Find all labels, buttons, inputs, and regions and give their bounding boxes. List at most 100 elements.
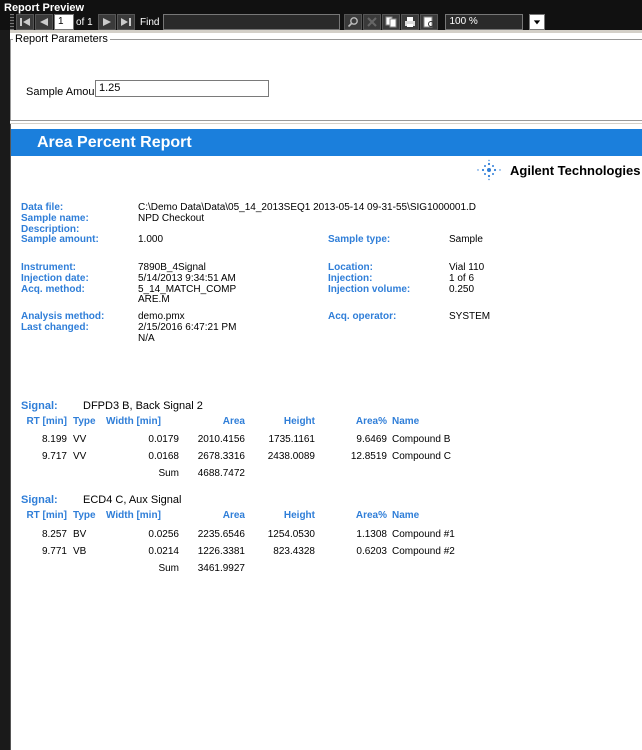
acq-operator-label: Acq. operator: — [328, 311, 397, 322]
sum-label: Sum — [158, 468, 179, 479]
next-page-icon — [103, 18, 111, 26]
table-cell-name: Compound C — [392, 451, 451, 462]
report-parameters-group: Report Parameters — [10, 33, 642, 121]
agilent-spark-icon — [477, 159, 501, 181]
sample-name-label: Sample name: — [21, 213, 89, 224]
acq-method-value-cont: ARE.M — [138, 294, 170, 305]
table-cell-width: 0.0168 — [148, 451, 179, 462]
table-cell-area-pct: 12.8519 — [350, 451, 387, 462]
analysis-method-label: Analysis method: — [21, 311, 105, 322]
find-button[interactable] — [344, 14, 363, 30]
table-cell-height: 1254.0530 — [267, 529, 315, 540]
table-cell-name: Compound #1 — [392, 529, 455, 540]
table-cell-width: 0.0256 — [148, 529, 179, 540]
copy-icon — [385, 16, 397, 28]
sum-value: 3461.9927 — [197, 563, 245, 574]
brand-name: Agilent Technologies — [510, 162, 641, 178]
location-label: Location: — [328, 262, 373, 273]
sample-amount-report-label: Sample amount: — [21, 234, 99, 245]
sample-amount-report-value: 1.000 — [138, 234, 164, 245]
acq-operator-value: SYSTEM — [449, 311, 491, 322]
data-file-label: Data file: — [21, 202, 64, 213]
instrument-label: Instrument: — [21, 262, 76, 273]
col-name: Name — [392, 510, 420, 521]
last-changed-value: 2/15/2016 6:47:21 PM — [138, 322, 237, 333]
prev-page-button[interactable] — [35, 14, 53, 30]
signal-label: Signal: — [21, 400, 58, 412]
export-button[interactable] — [420, 14, 439, 30]
table-cell-area: 2010.4156 — [197, 434, 245, 445]
table-cell-height: 2438.0089 — [267, 451, 315, 462]
col-rt: RT [min] — [26, 510, 67, 521]
report-parameters-panel: Report Parameters Sample Amount 1.25 — [10, 33, 642, 123]
table-cell-area: 2235.6546 — [197, 529, 245, 540]
last-page-button[interactable] — [117, 14, 135, 30]
col-name: Name — [392, 416, 420, 427]
search-icon — [348, 17, 359, 28]
report-parameters-legend: Report Parameters — [15, 33, 108, 45]
sample-type-value: Sample — [449, 234, 483, 245]
col-width: Width [min] — [106, 510, 161, 521]
table-cell-rt: 9.717 — [41, 451, 67, 462]
table-cell-rt: 8.257 — [41, 529, 67, 540]
table-cell-height: 823.4328 — [273, 546, 315, 557]
clear-icon — [367, 17, 378, 27]
agilent-logo: Agilent Technologies — [476, 159, 641, 181]
sample-name-value: NPD Checkout — [138, 213, 205, 224]
col-type: Type — [73, 510, 96, 521]
table-cell-area-pct: 9.6469 — [356, 434, 387, 445]
col-type: Type — [73, 416, 96, 427]
zoom-select[interactable]: 100 % — [445, 14, 524, 30]
acq-method-label: Acq. method: — [21, 284, 85, 295]
table-cell-type: BV — [73, 529, 87, 540]
report-title: Area Percent Report — [37, 134, 192, 151]
sample-amount-label: Sample Amount — [26, 86, 104, 98]
zoom-dropdown-button[interactable] — [529, 14, 546, 30]
sample-type-label: Sample type: — [328, 234, 391, 245]
col-area-pct: Area% — [355, 416, 387, 427]
sample-amount-input[interactable]: 1.25 — [95, 80, 269, 97]
current-page-input[interactable]: 1 — [54, 14, 74, 30]
table-cell-height: 1735.1161 — [268, 434, 315, 445]
col-height: Height — [283, 416, 315, 427]
page-count-label: of 1 — [76, 16, 93, 28]
sum-label: Sum — [158, 563, 179, 574]
find-input[interactable] — [163, 14, 341, 30]
injection-date-value: 5/14/2013 9:34:51 AM — [138, 273, 236, 284]
clear-find-button[interactable] — [363, 14, 382, 30]
signal-name: ECD4 C, Aux Signal — [83, 494, 182, 506]
injection-volume-label: Injection volume: — [328, 284, 411, 295]
signal-label: Signal: — [21, 494, 58, 506]
export-icon — [423, 16, 435, 28]
table-cell-rt: 8.199 — [41, 434, 67, 445]
analysis-method-value: demo.pmx — [138, 311, 185, 322]
signal-name: DFPD3 B, Back Signal 2 — [83, 400, 203, 412]
injection-date-label: Injection date: — [21, 273, 89, 284]
col-area-pct: Area% — [355, 510, 387, 521]
report-document[interactable]: Area Percent Report Agilent Technologies… — [10, 124, 642, 750]
table-cell-name: Compound #2 — [392, 546, 455, 557]
table-cell-area: 2678.3316 — [197, 451, 245, 462]
report-toolbar: 1 of 1 Find 100 % — [10, 13, 636, 31]
last-page-icon — [121, 18, 131, 26]
table-cell-width: 0.0214 — [148, 546, 179, 557]
injection-volume-value: 0.250 — [449, 284, 475, 295]
toolbar-grip[interactable] — [10, 14, 14, 30]
table-cell-type: VB — [73, 546, 87, 557]
sum-value: 4688.7472 — [197, 468, 245, 479]
first-page-button[interactable] — [16, 14, 34, 30]
left-border — [0, 30, 10, 750]
table-cell-name: Compound B — [392, 434, 451, 445]
report-header-bar: Area Percent Report — [11, 129, 642, 156]
table-cell-area-pct: 1.1308 — [356, 529, 387, 540]
chevron-down-icon — [534, 20, 541, 25]
print-button[interactable] — [401, 14, 420, 30]
injection-label: Injection: — [328, 273, 373, 284]
col-area: Area — [222, 416, 245, 427]
col-width: Width [min] — [106, 416, 161, 427]
first-page-icon — [20, 18, 30, 26]
copy-button[interactable] — [382, 14, 401, 30]
print-icon — [405, 17, 416, 27]
next-page-button[interactable] — [98, 14, 116, 30]
col-area: Area — [222, 510, 245, 521]
